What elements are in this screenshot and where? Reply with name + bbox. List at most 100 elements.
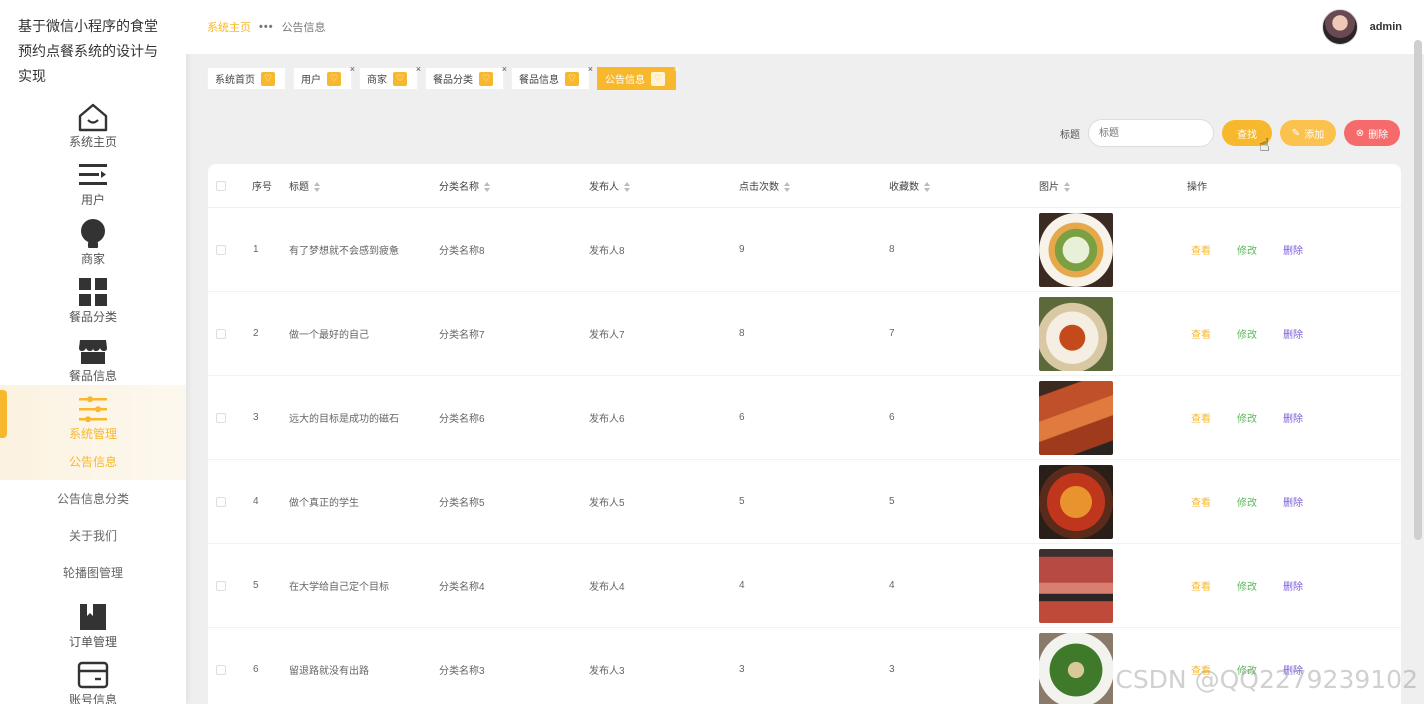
sidebar-item-account[interactable]: 账号信息 [0,649,186,704]
view-link[interactable]: 查看 [1191,582,1211,593]
row-checkbox[interactable] [216,244,226,255]
close-icon[interactable]: × [416,64,421,74]
sort-icon[interactable] [924,182,930,193]
food-thumbnail[interactable] [1039,296,1113,371]
column-header[interactable]: 分类名称 [439,178,490,193]
sort-icon[interactable] [314,182,320,193]
column-header[interactable]: 图片 [1039,178,1070,193]
close-icon[interactable]: × [350,64,355,74]
sidebar-item-category[interactable]: 餐品分类 [0,266,186,324]
food-thumbnail[interactable] [1039,632,1113,704]
row-actions: 查看 修改 删除 [1191,494,1329,509]
tag-merchant[interactable]: 商家 ♡ × [359,64,421,90]
delete-button[interactable]: ⊗ 删除 [1344,120,1400,146]
column-header[interactable]: 点击次数 [739,178,790,193]
cell-clicks: 4 [739,580,745,591]
close-icon[interactable]: × [674,64,679,74]
search-label: 标题 [1060,129,1080,141]
edit-link[interactable]: 修改 [1237,582,1257,593]
search-input[interactable] [1088,119,1214,147]
delete-link[interactable]: 删除 [1283,246,1303,257]
column-header[interactable]: 发布人 [589,178,630,193]
cell-publisher: 发布人8 [589,246,625,257]
tag-label: 餐品信息 [519,75,559,86]
view-link[interactable]: 查看 [1191,246,1211,257]
cell-publisher: 发布人4 [589,582,625,593]
sort-icon[interactable] [1064,182,1070,193]
sidebar-item-system[interactable]: 系统管理 [0,383,186,441]
edit-link[interactable]: 修改 [1237,414,1257,425]
sidebar-item-home[interactable]: 系统主页 [0,90,186,149]
column-header[interactable]: 标题 [289,178,320,193]
delete-link[interactable]: 删除 [1283,498,1303,509]
breadcrumb-current: 公告信息 [281,22,326,34]
search-button-label: 查找 [1237,129,1257,141]
edit-link[interactable]: 修改 [1237,330,1257,341]
sidebar-subitem-about[interactable]: 关于我们 [0,517,186,554]
delete-link[interactable]: 删除 [1283,414,1303,425]
sort-icon[interactable] [624,182,630,193]
row-checkbox[interactable] [216,328,226,339]
sidebar-subitem-notice-category[interactable]: 公告信息分类 [0,480,186,517]
heart-icon: ♡ [565,71,579,86]
row-checkbox[interactable] [216,412,226,423]
cell-title: 在大学给自己定个目标 [289,582,389,593]
username[interactable]: admin [1370,21,1402,33]
sidebar-item-orders[interactable]: 订单管理 [0,590,186,649]
notice-table: 序号 标题 分类名称 发布人 点击次数 收藏数 图片 操作 1 有了梦想就不会感… [208,164,1401,704]
food-thumbnail[interactable] [1039,380,1113,455]
sidebar-item-users[interactable]: 用户 [0,149,186,207]
delete-link[interactable]: 删除 [1283,582,1303,593]
delete-link[interactable]: 删除 [1283,330,1303,341]
add-button[interactable]: ✎ 添加 [1280,120,1336,146]
column-header[interactable]: 收藏数 [889,178,930,193]
cell-category: 分类名称3 [439,666,485,677]
column-label: 操作 [1187,182,1207,193]
edit-link[interactable]: 修改 [1237,498,1257,509]
row-checkbox[interactable] [216,580,226,591]
sort-icon[interactable] [484,182,490,193]
view-link[interactable]: 查看 [1191,330,1211,341]
sidebar-subitem-carousel[interactable]: 轮播图管理 [0,554,186,591]
column-label: 收藏数 [889,182,919,193]
row-actions: 查看 修改 删除 [1191,410,1329,425]
sidebar-item-merchant[interactable]: 商家 [0,207,186,266]
tag-label: 商家 [367,75,387,86]
heart-icon: ♡ [479,71,493,86]
tag-home[interactable]: 系统首页 ♡ [207,67,286,90]
close-icon[interactable]: × [588,64,593,74]
column-label: 点击次数 [739,182,779,193]
row-checkbox[interactable] [216,664,226,675]
cell-title: 有了梦想就不会感到疲惫 [289,246,399,257]
close-icon[interactable]: × [502,64,507,74]
cell-title: 留退路就没有出路 [289,666,369,677]
cell-favorites: 7 [889,328,895,339]
food-thumbnail[interactable] [1039,464,1113,539]
view-link[interactable]: 查看 [1191,414,1211,425]
shop-icon [77,335,109,367]
tag-food[interactable]: 餐品信息 ♡ × [511,64,593,90]
user-menu[interactable]: admin [1321,9,1402,45]
tag-notice[interactable]: 公告信息 ♡ × [597,64,679,90]
sidebar-item-label: 用户 [80,193,105,207]
select-all-checkbox[interactable] [216,180,226,191]
sidebar-item-food[interactable]: 餐品信息 [0,324,186,383]
tab-tags-bar: 系统首页 ♡ 用户 ♡ × 商家 ♡ × 餐品分类 ♡ × 餐品信息 ♡ × 公… [207,64,683,90]
table-row: 2 做一个最好的自己 分类名称7 发布人7 8 7 查看 修改 删除 [208,292,1401,376]
sidebar-subitem-notice[interactable]: 公告信息 [0,443,186,480]
food-thumbnail[interactable] [1039,212,1113,287]
page-scrollbar[interactable] [1414,40,1422,540]
tag-category[interactable]: 餐品分类 ♡ × [425,64,507,90]
edit-link[interactable]: 修改 [1237,246,1257,257]
food-thumbnail[interactable] [1039,548,1113,623]
avatar[interactable] [1321,9,1358,45]
view-link[interactable]: 查看 [1191,498,1211,509]
column-label: 序号 [252,182,272,193]
sort-icon[interactable] [784,182,790,193]
tag-users[interactable]: 用户 ♡ × [293,64,355,90]
row-checkbox[interactable] [216,496,226,507]
breadcrumb-home[interactable]: 系统主页 [207,19,251,35]
column-label: 发布人 [589,182,619,193]
sidebar-item-label: 账号信息 [68,693,117,704]
breadcrumb: 系统主页 ••• 公告信息 [186,19,326,35]
